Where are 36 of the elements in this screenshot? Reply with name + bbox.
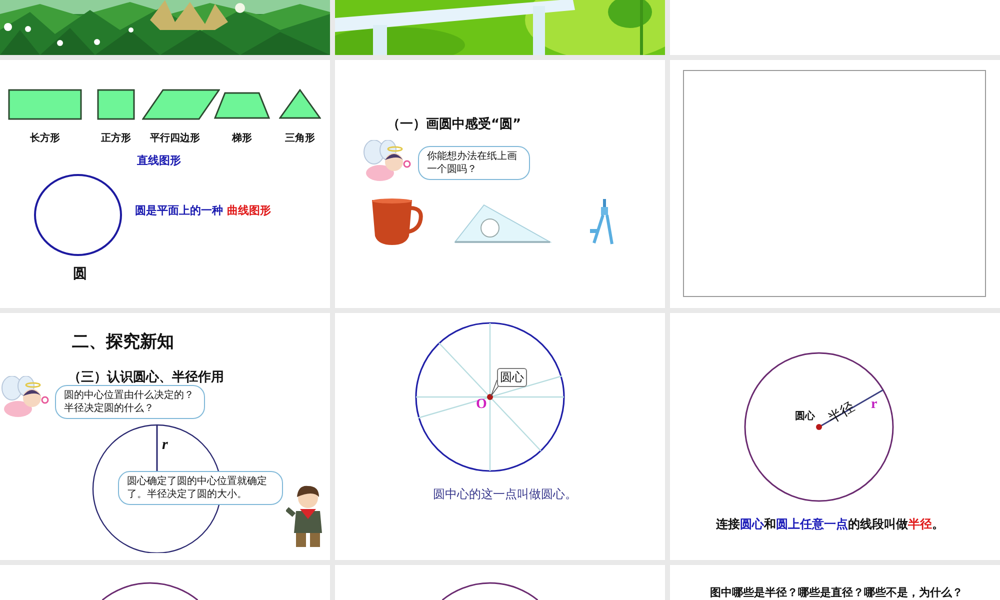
slide-thumbnail[interactable]	[335, 565, 665, 600]
shape-label: 平行四边形	[149, 132, 201, 145]
slide-thumbnail[interactable]	[0, 565, 330, 600]
shape-label: 梯形	[230, 132, 253, 145]
shape-label: 正方形	[100, 131, 132, 145]
speech-bubble: 你能想办法在纸上画一个圆吗？	[418, 146, 530, 180]
point-label: O	[476, 397, 487, 413]
speech-bubble: 圆心确定了圆的中心位置就确定了。半径决定了圆的大小。	[118, 471, 283, 505]
slide-thumbnail[interactable]: 长方形 正方形 平行四边形 梯形 三角形 直线图形 圆是平面上的一种 曲线图形 圆	[0, 60, 330, 308]
section-title: （三）认识圆心、半径作用	[68, 368, 224, 386]
square-shape	[97, 89, 135, 121]
caption: 圆中心的这一点叫做圆心。	[433, 486, 577, 503]
slide-thumbnail[interactable]: 图中哪些是半径？哪些是直径？哪些不是，为什么？	[670, 565, 1000, 600]
slide-thumbnail[interactable]	[670, 60, 1000, 308]
radius-letter: r	[871, 397, 878, 413]
mug-icon	[372, 198, 424, 246]
compass-icon	[590, 199, 616, 246]
slide-thumbnail[interactable]: 圆心 O 圆中心的这一点叫做圆心。	[335, 313, 665, 560]
radius-label: 半径	[825, 398, 858, 428]
statement-text: 圆是平面上的一种 曲线图形	[135, 203, 271, 218]
center-callout: 圆心	[497, 368, 527, 387]
section-title: （一）画圆中感受“圆”	[387, 116, 522, 133]
slide-thumbnail[interactable]: 圆心 半径 r 连接圆心和圆上任意一点的线段叫做半径。	[670, 313, 1000, 560]
slide-thumbnail[interactable]: 二、探究新知 （三）认识圆心、半径作用 圆的中心位置由什么决定的？半径决定圆的什么？ r 圆心确定了圆的中心位置就确定了。半径决定了圆的大小。	[0, 313, 330, 560]
caption: 连接圆心和圆上任意一点的线段叫做半径。	[716, 516, 944, 533]
shape-label: 长方形	[29, 131, 61, 145]
speech-bubble: 圆的中心位置由什么决定的？半径决定圆的什么？	[55, 385, 205, 419]
section-heading: 二、探究新知	[72, 331, 174, 353]
circle-label: 圆	[73, 265, 87, 283]
question-text: 图中哪些是半径？哪些是直径？哪些不是，为什么？	[710, 585, 963, 600]
slide-thumbnail[interactable]: （一）画圆中感受“圆” 你能想办法在纸上画一个圆吗？	[335, 60, 665, 308]
radius-letter: r	[162, 437, 168, 454]
triangle-shape	[279, 89, 321, 121]
caption: 直线图形	[137, 153, 181, 168]
shape-label: 三角形	[284, 132, 316, 145]
center-label: 圆心	[795, 409, 815, 423]
